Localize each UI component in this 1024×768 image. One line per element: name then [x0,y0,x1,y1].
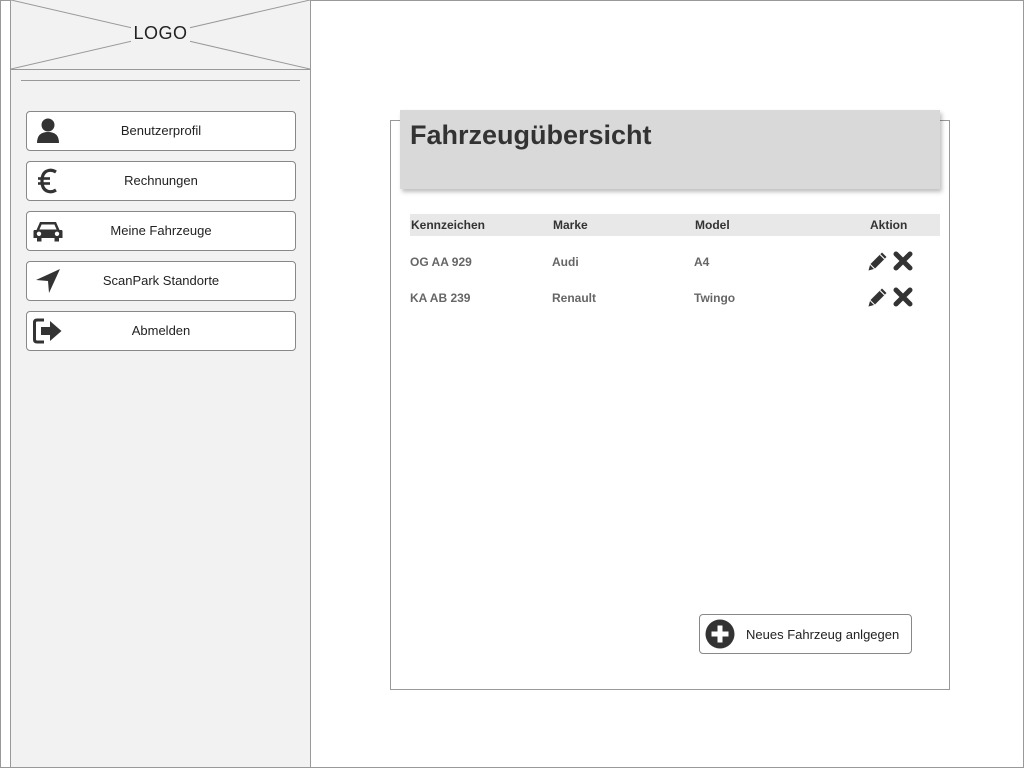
column-header-marke: Marke [553,218,588,232]
sidebar-item-abmelden[interactable]: Abmelden [26,311,296,351]
delete-icon[interactable] [893,251,913,271]
sidebar-item-label: Benutzerprofil [120,123,202,138]
cell-model: A4 [694,255,710,269]
sidebar: LOGO Benutzerprofil Rechnungen Meine Fah… [10,0,311,767]
logo-placeholder: LOGO [11,0,310,70]
sidebar-item-benutzerprofil[interactable]: Benutzerprofil [26,111,296,151]
page-header: Fahrzeugübersicht [400,110,940,189]
sidebar-item-label: Abmelden [131,323,191,338]
new-vehicle-button-label: Neues Fahrzeug anlgegen [746,627,900,642]
sidebar-item-label: ScanPark Standorte [102,273,220,288]
delete-icon[interactable] [893,287,913,307]
sidebar-item-label: Meine Fahrzeuge [110,223,212,238]
table-row: OG AA 929 Audi A4 [410,250,940,274]
page-title: Fahrzeugübersicht [410,120,652,150]
sidebar-item-label: Rechnungen [124,173,198,188]
cell-plate: KA AB 239 [410,291,471,305]
cell-plate: OG AA 929 [410,255,472,269]
vehicle-overview-card [390,120,950,690]
new-vehicle-button[interactable]: Neues Fahrzeug anlgegen [699,614,912,654]
table-row: KA AB 239 Renault Twingo [410,286,940,310]
sidebar-item-meine-fahrzeuge[interactable]: Meine Fahrzeuge [26,211,296,251]
edit-icon[interactable] [868,251,888,271]
sidebar-item-rechnungen[interactable]: Rechnungen [26,161,296,201]
plus-circle-icon [705,619,735,649]
table-header: Kennzeichen Marke Model Aktion [410,214,940,236]
cell-brand: Renault [552,291,597,305]
sidebar-item-scanpark-standorte[interactable]: ScanPark Standorte [26,261,296,301]
logo-text: LOGO [131,23,190,43]
edit-icon[interactable] [868,287,888,307]
cell-brand: Audi [552,255,579,269]
column-header-model: Model [695,218,730,232]
cell-model: Twingo [694,291,736,305]
column-header-kennzeichen: Kennzeichen [411,218,486,232]
column-header-aktion: Aktion [870,218,908,232]
sidebar-divider [21,80,300,81]
